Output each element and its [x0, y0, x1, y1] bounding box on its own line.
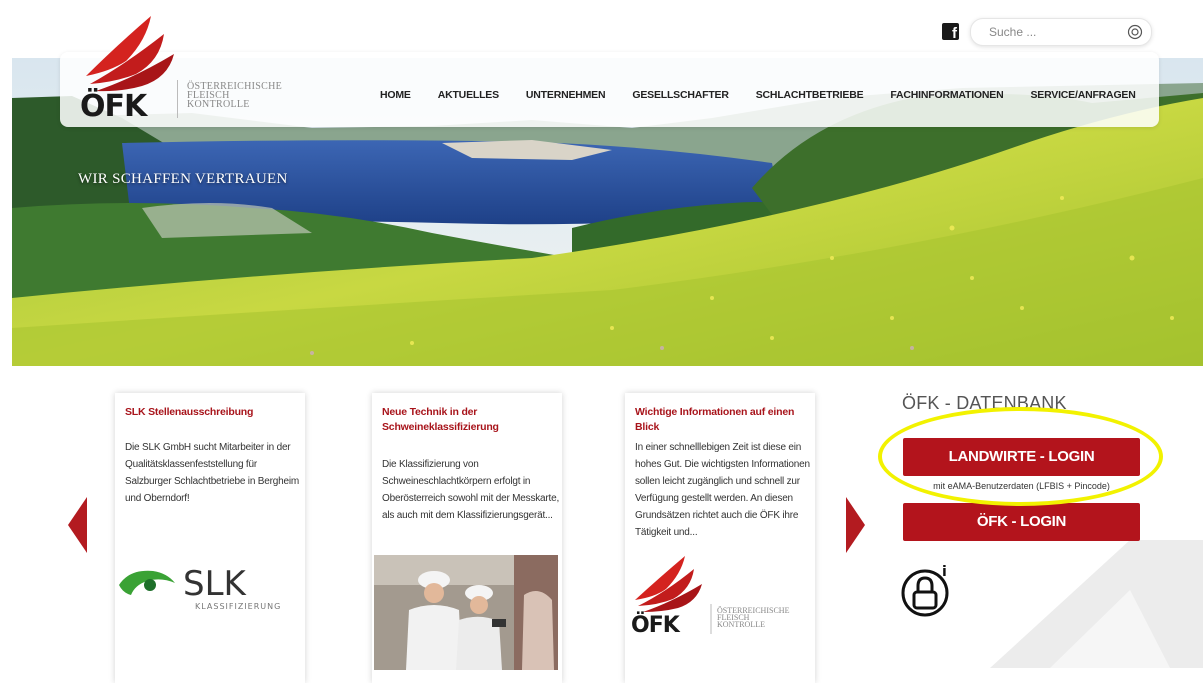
card-text: In einer schnelllebigen Zeit ist diese e…: [635, 442, 810, 538]
news-card-slk[interactable]: SLK Stellenausschreibung Die SLK GmbH su…: [115, 393, 305, 683]
slk-logo: SLK KLASSIFIZIERUNG: [119, 564, 281, 611]
logo-subtitle: ÖSTERREICHISCHE FLEISCH KONTROLLE: [187, 82, 297, 110]
nav-schlachtbetriebe[interactable]: SCHLACHTBETRIEBE: [756, 89, 864, 101]
logo-divider: [177, 80, 178, 118]
lock-info-icon[interactable]: i: [898, 562, 956, 620]
nav-service-anfragen[interactable]: SERVICE/ANFRAGEN: [1030, 89, 1135, 101]
carousel-next-arrow[interactable]: [846, 497, 865, 553]
logo-brand-text: ÖFK: [80, 87, 149, 120]
oefk-logo[interactable]: ÖFK: [76, 16, 186, 120]
nav-home[interactable]: HOME: [380, 89, 411, 101]
hero-slogan: WIR SCHAFFEN VERTRAUEN: [78, 171, 288, 187]
logo-sub-line: KONTROLLE: [187, 99, 250, 110]
card-title[interactable]: Wichtige Informationen auf einen Blick: [635, 405, 811, 435]
decorative-background-shape: [990, 540, 1203, 668]
card-text: Die SLK GmbH sucht Mitarbeiter in der Qu…: [125, 442, 299, 504]
slk-logo-text: SLK: [183, 564, 248, 604]
card-title[interactable]: Neue Technik in der Schweineklassifizier…: [382, 405, 558, 435]
card-logo-sub: KONTROLLE: [717, 620, 765, 629]
nav-unternehmen[interactable]: UNTERNEHMEN: [526, 89, 606, 101]
card-logo-brand: ÖFK: [631, 612, 681, 636]
nav-fachinformationen[interactable]: FACHINFORMATIONEN: [890, 89, 1003, 101]
card-photo-inspectors: [374, 555, 558, 670]
card-text: Die Klassifizierung von Schweineschlacht…: [382, 459, 560, 521]
search-input[interactable]: [987, 22, 1121, 42]
oefk-login-button[interactable]: ÖFK - LOGIN: [903, 503, 1140, 541]
search-icon[interactable]: [1127, 24, 1143, 40]
news-card-informationen[interactable]: Wichtige Informationen auf einen Blick I…: [625, 393, 815, 683]
lock-info-badge: i: [942, 564, 947, 580]
nav-aktuelles[interactable]: AKTUELLES: [438, 89, 499, 101]
slk-logo-subtext: KLASSIFIZIERUNG: [195, 602, 281, 611]
news-card-technik[interactable]: Neue Technik in der Schweineklassifizier…: [372, 393, 562, 683]
nav-gesellschafter[interactable]: GESELLSCHAFTER: [632, 89, 729, 101]
oefk-logo-card: ÖFK ÖSTERREICHISCHE FLEISCH KONTROLLE: [631, 556, 790, 636]
card-title[interactable]: SLK Stellenausschreibung: [125, 405, 301, 420]
carousel-prev-arrow[interactable]: [68, 497, 87, 553]
main-navigation: HOME AKTUELLES UNTERNEHMEN GESELLSCHAFTE…: [380, 80, 1163, 110]
search-box: [970, 18, 1152, 46]
facebook-icon[interactable]: f: [942, 23, 959, 41]
highlight-ellipse: [878, 407, 1163, 506]
